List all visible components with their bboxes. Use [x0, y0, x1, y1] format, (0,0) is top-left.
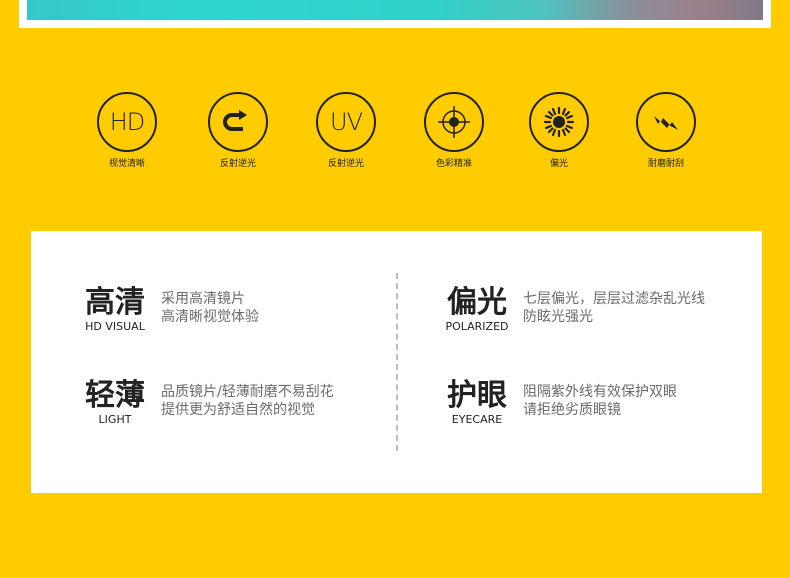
feature-label: 耐磨耐刮: [647, 159, 684, 169]
feature-title: 高清: [85, 285, 145, 320]
feature-polarized: 偏光: [514, 92, 604, 170]
lightning-icon: [636, 92, 696, 152]
features-panel: 高清 HD VISUAL 采用高清镜片 高清晰视觉体验 轻薄 LIGHT 品质镜…: [31, 231, 762, 493]
feature-en-title: POLARIZED: [445, 320, 509, 333]
feature-block-hd: 高清 HD VISUAL 采用高清镜片 高清晰视觉体验: [77, 285, 259, 333]
feature-en-title: EYECARE: [451, 413, 503, 426]
reflect-arrow-icon: [208, 92, 268, 152]
feature-en-title: LIGHT: [98, 413, 132, 426]
desc-line: 七层偏光，层层过滤杂乱光线: [523, 291, 705, 307]
feature-title: 护眼: [447, 378, 507, 413]
desc-line: 采用高清镜片: [161, 291, 245, 307]
desc-line: 阻隔紫外线有效保护双眼: [523, 384, 677, 400]
uv-icon: UV: [316, 92, 376, 152]
feature-label: 视觉清晰: [108, 159, 145, 169]
feature-reflect: 反射逆光: [193, 92, 283, 170]
panel-divider: [396, 273, 398, 451]
feature-color: 色彩精准: [409, 92, 499, 170]
feature-description: 采用高清镜片 高清晰视觉体验: [161, 290, 259, 326]
desc-line: 提供更为舒适自然的视觉: [161, 402, 315, 418]
hd-icon-text: HD: [109, 108, 146, 136]
desc-line: 请拒绝劣质眼镜: [523, 402, 621, 418]
desc-line: 防眩光强光: [523, 309, 593, 325]
feature-description: 品质镜片/轻薄耐磨不易刮花 提供更为舒适自然的视觉: [161, 383, 334, 419]
hd-icon: HD: [97, 92, 157, 152]
feature-scratch: 耐磨耐刮: [621, 92, 711, 170]
sun-icon: [529, 92, 589, 152]
feature-icons-row: HD 视觉清晰 反射逆光 UV 反射逆光 色彩精准 偏光 耐磨耐刮: [0, 92, 790, 182]
feature-hd: HD 视觉清晰: [82, 92, 172, 170]
feature-description: 七层偏光，层层过滤杂乱光线 防眩光强光: [523, 290, 705, 326]
feature-label: 反射逆光: [327, 159, 364, 169]
feature-block-eyecare: 护眼 EYECARE 阻隔紫外线有效保护双眼 请拒绝劣质眼镜: [439, 378, 677, 426]
desc-line: 高清晰视觉体验: [161, 309, 259, 325]
feature-label: 反射逆光: [219, 159, 256, 169]
feature-uv: UV 反射逆光: [301, 92, 391, 170]
feature-title: 偏光: [447, 285, 507, 320]
feature-title: 轻薄: [85, 378, 145, 413]
desc-line: 品质镜片/轻薄耐磨不易刮花: [161, 384, 334, 400]
product-photo-strip: [27, 0, 763, 20]
top-image-frame: [19, 0, 771, 28]
uv-icon-text: UV: [330, 108, 363, 136]
feature-en-title: HD VISUAL: [85, 320, 145, 333]
crosshair-icon: [424, 92, 484, 152]
feature-label: 偏光: [549, 159, 568, 169]
feature-block-light: 轻薄 LIGHT 品质镜片/轻薄耐磨不易刮花 提供更为舒适自然的视觉: [77, 378, 334, 426]
feature-description: 阻隔紫外线有效保护双眼 请拒绝劣质眼镜: [523, 383, 677, 419]
feature-label: 色彩精准: [435, 159, 472, 169]
feature-block-polarized: 偏光 POLARIZED 七层偏光，层层过滤杂乱光线 防眩光强光: [439, 285, 705, 333]
